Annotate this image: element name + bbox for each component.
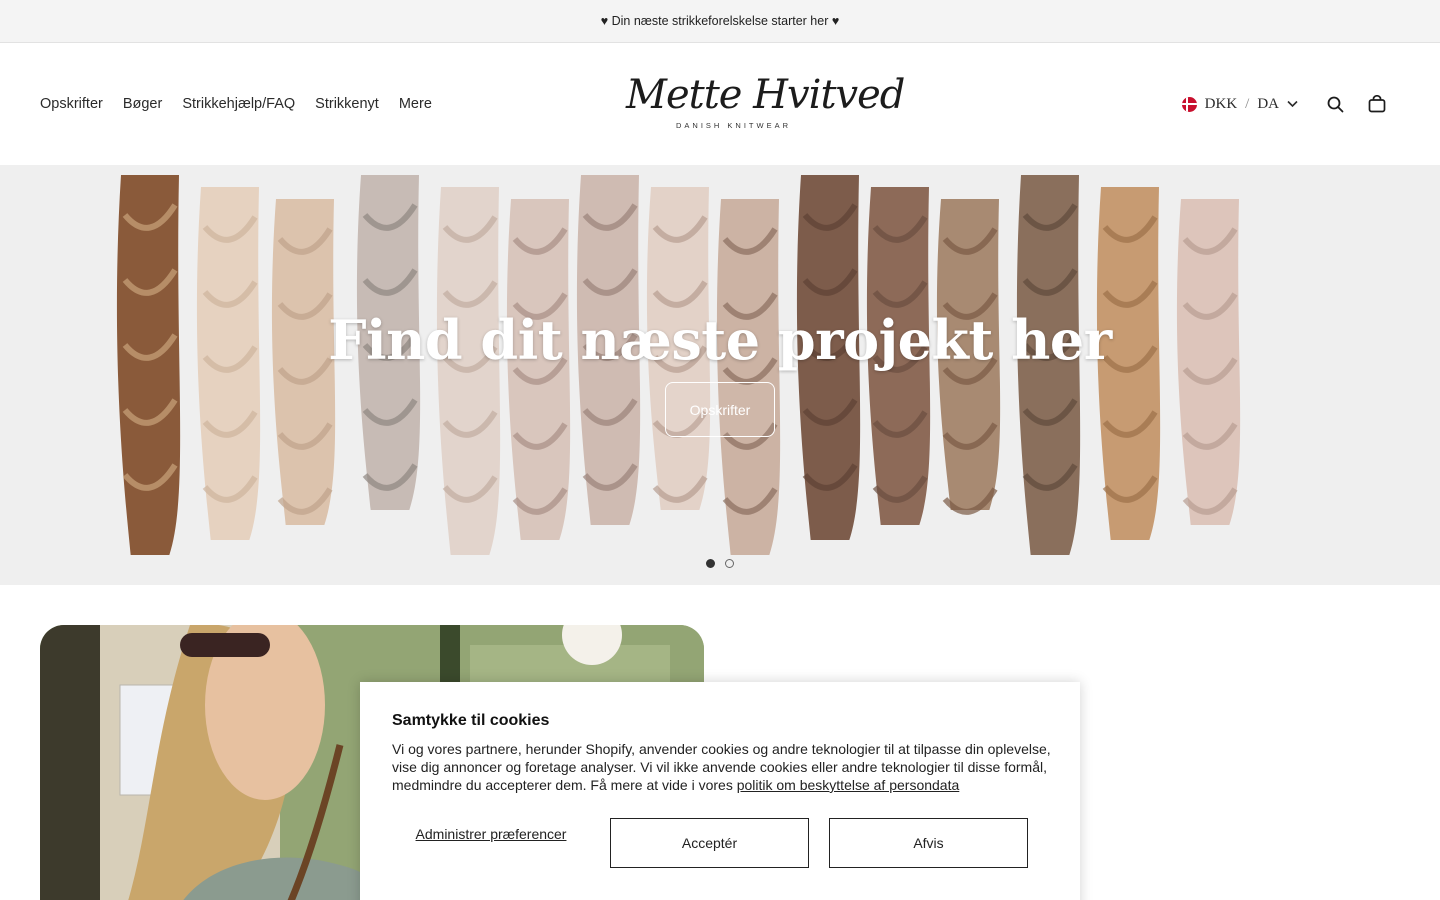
hero-cta-button[interactable]: Opskrifter bbox=[665, 382, 775, 437]
cart-button[interactable] bbox=[1366, 93, 1388, 115]
decline-cookies-button[interactable]: Afvis bbox=[829, 818, 1028, 868]
main-nav: Opskrifter Bøger Strikkehjælp/FAQ Strikk… bbox=[40, 43, 432, 165]
logo-script-text: Mette Hvitved bbox=[626, 72, 905, 118]
announcement-bar: ♥ Din næste strikkeforelskelse starter h… bbox=[0, 0, 1440, 43]
nav-item-strikkehjaelp[interactable]: Strikkehjælp/FAQ bbox=[182, 96, 295, 112]
currency-code: DKK bbox=[1204, 95, 1238, 112]
site-header: Opskrifter Bøger Strikkehjælp/FAQ Strikk… bbox=[0, 43, 1440, 165]
header-utilities: DKK / DA bbox=[1181, 43, 1388, 165]
nav-item-boger[interactable]: Bøger bbox=[123, 96, 163, 112]
cookie-actions: Administrer præferencer Acceptér Afvis bbox=[392, 818, 1048, 868]
flag-dk-icon bbox=[1181, 96, 1197, 112]
hero-yarn-image bbox=[0, 165, 1440, 585]
search-icon bbox=[1327, 96, 1343, 112]
search-button[interactable] bbox=[1324, 93, 1346, 115]
hero-banner: Find dit næste projekt her Opskrifter bbox=[0, 165, 1440, 585]
currency-separator: / bbox=[1245, 95, 1250, 112]
chevron-down-icon bbox=[1287, 100, 1298, 108]
hero-title: Find dit næste projekt her bbox=[328, 308, 1112, 372]
cookie-title: Samtykke til cookies bbox=[392, 712, 550, 729]
language-code: DA bbox=[1257, 95, 1279, 112]
announcement-text: ♥ Din næste strikkeforelskelse starter h… bbox=[600, 14, 840, 28]
currency-language-selector[interactable]: DKK / DA bbox=[1181, 95, 1298, 113]
cookie-consent-dialog: Samtykke til cookies Vi og vores partner… bbox=[360, 682, 1080, 900]
logo-subtitle: DANISH KNITWEAR bbox=[676, 121, 792, 130]
nav-item-strikkenyt[interactable]: Strikkenyt bbox=[315, 96, 379, 112]
slide-dot-2[interactable] bbox=[725, 559, 734, 568]
nav-item-opskrifter[interactable]: Opskrifter bbox=[40, 96, 103, 112]
nav-item-mere[interactable]: Mere bbox=[399, 96, 432, 112]
manage-preferences-link[interactable]: Administrer præferencer bbox=[392, 826, 590, 843]
accept-cookies-button[interactable]: Acceptér bbox=[610, 818, 809, 868]
cookie-body: Vi og vores partnere, herunder Shopify, … bbox=[392, 740, 1052, 794]
site-logo[interactable]: Mette Hvitved DANISH KNITWEAR bbox=[620, 69, 905, 139]
slide-dot-1[interactable] bbox=[706, 559, 715, 568]
privacy-policy-link[interactable]: politik om beskyttelse af persondata bbox=[737, 777, 960, 793]
cart-bag-icon bbox=[1368, 95, 1386, 113]
slider-pagination bbox=[706, 559, 734, 568]
